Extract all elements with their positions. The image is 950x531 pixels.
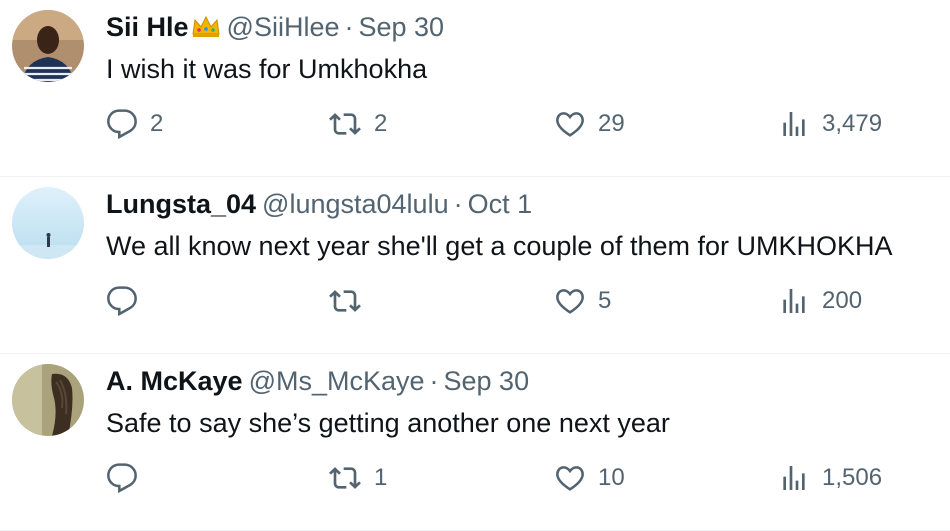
avatar[interactable] xyxy=(12,187,84,259)
retweet-button[interactable] xyxy=(328,285,374,317)
views-icon xyxy=(783,466,805,490)
tweet-actions: 2 2 29 3,479 xyxy=(106,108,906,144)
author-name[interactable]: Sii Hle xyxy=(106,12,189,42)
views-button[interactable]: 1,506 xyxy=(778,462,882,494)
separator-dot: · xyxy=(344,12,354,42)
views-icon xyxy=(783,289,805,313)
avatar[interactable] xyxy=(12,10,84,82)
heart-icon xyxy=(556,289,584,314)
retweet-icon xyxy=(329,113,361,135)
retweet-button[interactable]: 2 xyxy=(328,108,387,140)
retweet-button[interactable]: 1 xyxy=(328,462,387,494)
retweet-icon xyxy=(329,467,361,489)
reply-icon xyxy=(107,463,137,494)
like-button[interactable]: 29 xyxy=(554,108,625,140)
tweet-date[interactable]: Oct 1 xyxy=(468,189,533,219)
tweet-header: Lungsta_04 @lungsta04lulu · Oct 1 xyxy=(106,187,532,221)
like-count: 29 xyxy=(598,110,625,137)
author-handle[interactable]: @SiiHlee xyxy=(227,12,340,42)
views-button[interactable]: 200 xyxy=(778,285,862,317)
like-button[interactable]: 5 xyxy=(554,285,611,317)
views-button[interactable]: 3,479 xyxy=(778,108,882,140)
retweet-count: 2 xyxy=(374,110,388,137)
tweet-actions: 1 10 1,506 xyxy=(106,462,906,498)
tweet-date[interactable]: Sep 30 xyxy=(444,366,530,396)
tweet-text: We all know next year she'll get a coupl… xyxy=(106,231,893,261)
reply-button[interactable] xyxy=(106,462,150,494)
tweet-1[interactable]: Sii Hle @SiiHlee · Sep 30 I wish it was for… xyxy=(0,0,950,177)
retweet-count: 1 xyxy=(374,464,388,491)
like-count: 5 xyxy=(598,287,612,314)
crown-icon xyxy=(191,12,221,46)
reply-icon xyxy=(107,286,137,317)
views-icon xyxy=(783,112,805,136)
avatar[interactable] xyxy=(12,364,84,436)
views-count: 1,506 xyxy=(822,464,883,491)
views-count: 200 xyxy=(822,287,863,314)
tweet-header: A. McKaye @Ms_McKaye · Sep 30 xyxy=(106,364,529,398)
author-name[interactable]: A. McKaye xyxy=(106,366,243,396)
heart-icon xyxy=(556,466,584,491)
reply-icon xyxy=(107,109,137,140)
tweet-text: I wish it was for Umkhokha xyxy=(106,54,428,84)
heart-icon xyxy=(556,112,584,137)
retweet-icon xyxy=(329,290,361,312)
reply-button[interactable] xyxy=(106,285,150,317)
tweet-header: Sii Hle @SiiHlee · Sep 30 xyxy=(106,10,444,46)
author-handle[interactable]: @lungsta04lulu xyxy=(262,189,449,219)
views-count: 3,479 xyxy=(822,110,883,137)
tweet-text: Safe to say she’s getting another one ne… xyxy=(106,408,670,438)
separator-dot: · xyxy=(429,366,439,396)
author-handle[interactable]: @Ms_McKaye xyxy=(249,366,425,396)
reply-count: 2 xyxy=(150,110,164,137)
tweet-3[interactable]: A. McKaye @Ms_McKaye · Sep 30 Safe to say s… xyxy=(0,354,950,531)
tweet-actions: 5 200 xyxy=(106,285,906,321)
author-name[interactable]: Lungsta_04 xyxy=(106,189,256,219)
tweet-2[interactable]: Lungsta_04 @lungsta04lulu · Oct 1 We all kn… xyxy=(0,177,950,354)
tweet-date[interactable]: Sep 30 xyxy=(358,12,444,42)
reply-button[interactable]: 2 xyxy=(106,108,163,140)
separator-dot: · xyxy=(453,189,463,219)
like-button[interactable]: 10 xyxy=(554,462,625,494)
like-count: 10 xyxy=(598,464,625,491)
